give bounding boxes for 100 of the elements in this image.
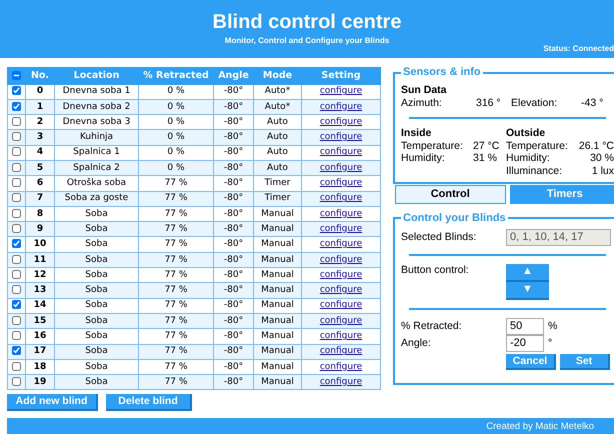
- row-checkbox[interactable]: [12, 86, 21, 96]
- table-cell: 0 %: [138, 145, 214, 160]
- table-cell: -80°: [214, 160, 254, 176]
- table-cell: Manual: [254, 298, 302, 314]
- table-cell: -80°: [214, 145, 254, 160]
- table-cell: -80°: [214, 99, 254, 115]
- column-header: Location: [54, 68, 138, 84]
- panel-legend: Sensors & info: [401, 67, 483, 78]
- panel-legend: Control your Blinds: [401, 212, 508, 224]
- table-cell: Soba: [54, 374, 138, 390]
- table-cell: -80°: [214, 236, 254, 252]
- table-cell: Soba: [54, 282, 138, 298]
- row-checkbox[interactable]: [12, 239, 21, 248]
- row-checkbox[interactable]: [12, 208, 21, 218]
- table-cell: Spalnica 1: [54, 145, 138, 160]
- table-cell: 13: [26, 282, 54, 298]
- table-cell: -80°: [214, 222, 254, 237]
- table-cell: 11: [26, 252, 54, 268]
- sensor-label: Humidity:: [401, 152, 446, 165]
- tab[interactable]: Control: [395, 184, 506, 204]
- table-cell: 14: [26, 298, 54, 314]
- column-header: % Retracted: [138, 68, 214, 84]
- table-cell: Soba za goste: [54, 191, 138, 206]
- unit-label: %: [548, 320, 558, 333]
- table-cell: 17: [26, 344, 54, 360]
- table-cell: Soba: [54, 252, 138, 268]
- table-cell: Soba: [54, 328, 138, 344]
- sensor-value: 27 °C: [473, 140, 500, 152]
- sensor-value: 316 °: [476, 96, 501, 110]
- table-cell: 77 %: [138, 191, 214, 206]
- page-title: Blind control centre: [212, 10, 402, 34]
- table-cell: Manual: [254, 374, 302, 390]
- value-field[interactable]: -20: [506, 334, 544, 352]
- section-heading: Sun Data: [401, 84, 448, 97]
- status-text: Status: Connected: [543, 44, 614, 54]
- row-checkbox[interactable]: [12, 224, 21, 233]
- row-checkbox[interactable]: [12, 162, 21, 172]
- row-checkbox[interactable]: [12, 178, 21, 188]
- selected-blinds-field[interactable]: 0, 1, 10, 14, 17: [506, 228, 611, 246]
- table-cell: Manual: [254, 252, 302, 268]
- value-field[interactable]: 50: [506, 318, 544, 335]
- table-cell: Dnevna soba 2: [54, 99, 138, 115]
- section-heading: Inside: [401, 127, 432, 140]
- row-checkbox[interactable]: [12, 102, 21, 111]
- footer-text: Created by Matic Metelko: [7, 418, 614, 434]
- table-cell: -80°: [214, 282, 254, 298]
- row-checkbox[interactable]: [12, 193, 21, 202]
- row-checkbox[interactable]: [12, 285, 21, 294]
- sensor-label: Temperature:: [506, 140, 569, 152]
- table-cell: 4: [26, 145, 54, 160]
- row-checkbox[interactable]: [12, 331, 21, 340]
- table-cell: 9: [26, 222, 54, 237]
- table-cell: 77 %: [138, 176, 214, 192]
- table-cell: -80°: [214, 252, 254, 268]
- table-cell: Timer: [254, 191, 302, 206]
- row-checkbox[interactable]: [12, 376, 21, 386]
- table-cell: Dnevna soba 1: [54, 84, 138, 100]
- table-cell: Manual: [254, 313, 302, 329]
- table-cell: -80°: [214, 374, 254, 390]
- table-cell: Manual: [254, 344, 302, 360]
- sensor-label: Azimuth:: [401, 96, 443, 110]
- table-cell: 7: [26, 191, 54, 206]
- column-header: Setting: [302, 68, 380, 84]
- sensor-value: 30 %: [589, 152, 614, 165]
- column-header: No.: [26, 68, 54, 84]
- table-cell: Auto: [254, 160, 302, 176]
- table-cell: -80°: [214, 130, 254, 146]
- field-label: Angle:: [401, 336, 432, 350]
- row-checkbox[interactable]: [12, 132, 21, 142]
- row-checkbox[interactable]: [12, 270, 21, 279]
- table-cell: Soba: [54, 313, 138, 329]
- table-cell: 3: [26, 130, 54, 146]
- column-header: Mode: [254, 68, 302, 84]
- row-checkbox[interactable]: [12, 147, 21, 156]
- row-checkbox[interactable]: [12, 362, 21, 371]
- table-cell: Soba: [54, 236, 138, 252]
- select-all-checkbox[interactable]: [12, 70, 21, 80]
- row-checkbox[interactable]: [12, 254, 21, 264]
- sensor-value: 1 lux: [590, 164, 614, 178]
- sensor-label: Illuminance:: [506, 164, 564, 178]
- table-cell: Manual: [254, 328, 302, 344]
- table-cell: Timer: [254, 176, 302, 192]
- unit-label: °: [548, 336, 552, 350]
- table-cell: 5: [26, 160, 54, 176]
- row-checkbox[interactable]: [12, 316, 21, 325]
- table-cell: -80°: [214, 328, 254, 344]
- table-cell: -80°: [214, 191, 254, 206]
- table-cell: Spalnica 2: [54, 160, 138, 176]
- table-cell: Soba: [54, 222, 138, 237]
- section-heading: Outside: [506, 127, 546, 140]
- table-cell: 77 %: [138, 344, 214, 360]
- field-label: Selected Blinds:: [401, 230, 478, 244]
- row-checkbox[interactable]: [12, 116, 21, 126]
- field-label: Button control:: [401, 264, 470, 278]
- table-cell: 1: [26, 99, 54, 115]
- field-label: % Retracted:: [401, 320, 463, 333]
- sensor-value: -43 °: [581, 96, 604, 110]
- row-checkbox[interactable]: [12, 300, 21, 310]
- row-checkbox[interactable]: [12, 346, 21, 356]
- table-cell: 19: [26, 374, 54, 390]
